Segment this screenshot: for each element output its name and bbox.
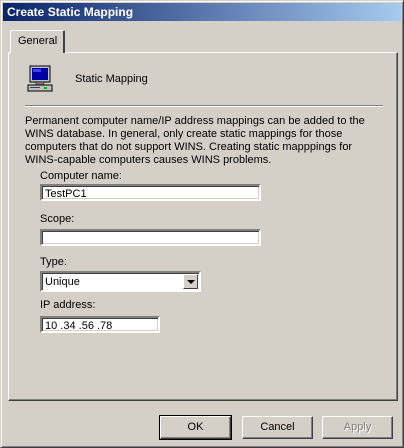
computer-icon — [27, 65, 53, 92]
tab-panel-general: Static Mapping Permanent computer name/I… — [8, 52, 398, 401]
separator — [25, 105, 383, 107]
apply-button[interactable]: Apply — [322, 416, 393, 439]
ip-address-label: IP address: — [40, 299, 96, 311]
type-select[interactable]: Unique — [40, 271, 201, 292]
scope-field[interactable] — [40, 229, 261, 246]
tab-general-label: General — [18, 35, 58, 47]
dialog-window: Create Static Mapping General Static Map… — [0, 0, 404, 448]
ok-button[interactable]: OK — [159, 415, 232, 440]
tab-general[interactable]: General — [10, 30, 65, 53]
ip-address-field[interactable]: 10 .34 .56 .78 — [40, 316, 160, 333]
page-title: Static Mapping — [75, 73, 148, 85]
cancel-button[interactable]: Cancel — [242, 416, 313, 439]
description-text: Permanent computer name/IP address mappi… — [25, 115, 365, 166]
scope-label: Scope: — [40, 213, 75, 225]
title-bar[interactable]: Create Static Mapping — [3, 3, 401, 21]
window-title: Create Static Mapping — [7, 5, 134, 19]
ip-address-value: 10 .34 .56 .78 — [45, 320, 113, 332]
type-value: Unique — [45, 276, 80, 288]
chevron-down-icon — [187, 280, 195, 284]
type-label: Type: — [40, 256, 67, 268]
computer-name-field[interactable]: TestPC1 — [40, 184, 261, 201]
computer-name-label: Computer name: — [40, 170, 122, 182]
computer-name-value: TestPC1 — [45, 188, 87, 200]
dropdown-button[interactable] — [183, 274, 198, 289]
